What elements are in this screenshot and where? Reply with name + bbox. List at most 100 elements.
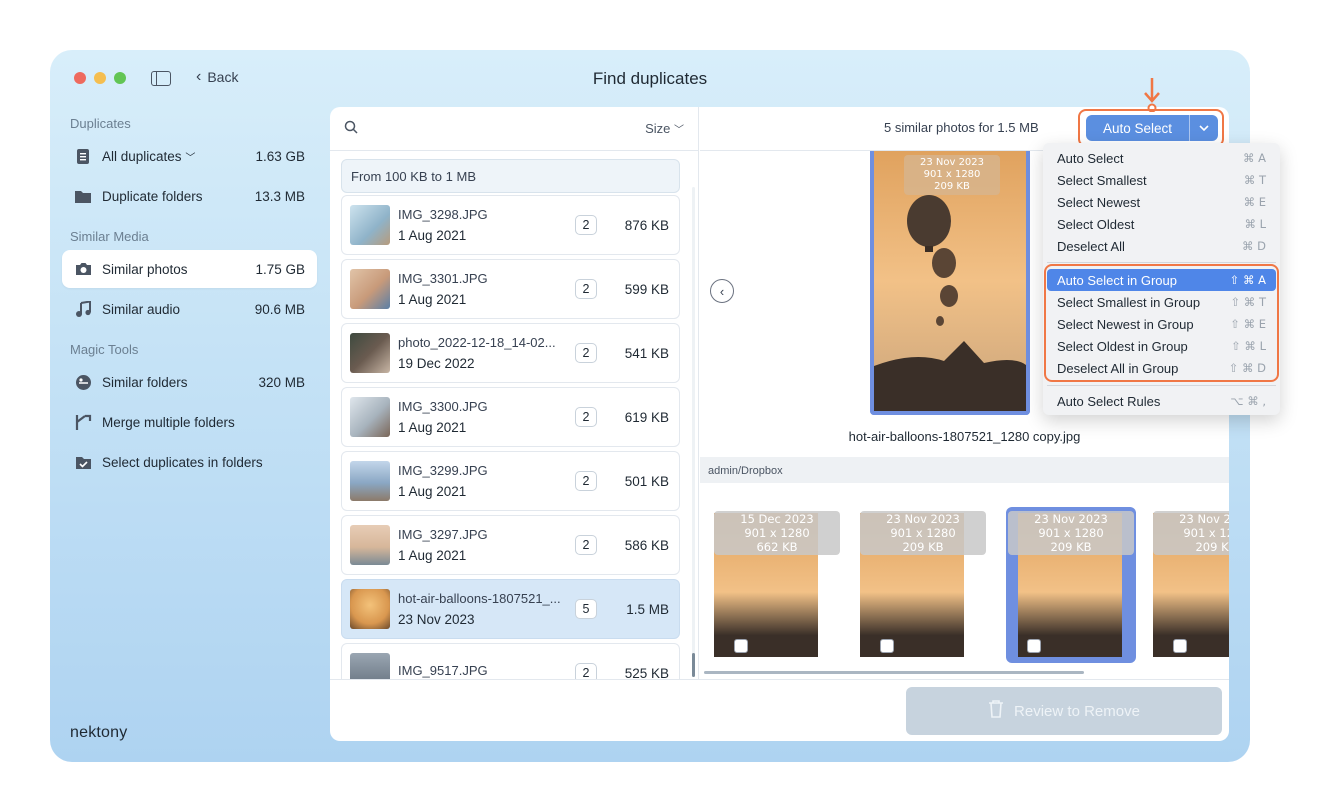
- file-date: 1 Aug 2021: [398, 484, 467, 499]
- folders-icon: [74, 373, 92, 391]
- menu-item-auto-select-rules[interactable]: Auto Select Rules ⌥ ⌘ ,: [1047, 390, 1276, 412]
- sidebar-item-similar-audio[interactable]: Similar audio 90.6 MB: [62, 290, 317, 328]
- select-checkbox[interactable]: [880, 639, 894, 653]
- review-to-remove-button[interactable]: Review to Remove: [906, 687, 1222, 735]
- copy-count-badge: 2: [575, 215, 597, 235]
- sidebar-item-all-duplicates[interactable]: All duplicates ﹀ 1.63 GB: [62, 137, 317, 175]
- folder-path: admin/Dropbox: [700, 457, 1229, 483]
- card-date: 15 Dec 2023: [740, 512, 814, 526]
- auto-select-button[interactable]: Auto Select: [1086, 115, 1218, 141]
- copy-count-badge: 2: [575, 471, 597, 491]
- photo-card[interactable]: 23 Nov 2023 901 x 1280 209 KB: [849, 507, 986, 663]
- sidebar-item-similar-folders[interactable]: Similar folders 320 MB: [62, 363, 317, 401]
- file-date: 1 Aug 2021: [398, 420, 467, 435]
- card-dimensions: 901 x 1280: [890, 526, 956, 540]
- list-scrollbar[interactable]: [692, 187, 695, 677]
- card-date: 23 Nov 2023: [886, 512, 960, 526]
- menu-item-select-smallest-in-group[interactable]: Select Smallest in Group ⇧ ⌘ T: [1047, 291, 1276, 313]
- table-row[interactable]: IMG_9517.JPG 2 525 KB: [341, 643, 680, 679]
- menu-item-deselect-all[interactable]: Deselect All ⌘ D: [1047, 235, 1276, 257]
- card-dimensions: 901 x 1280: [1038, 526, 1104, 540]
- sidebar-item-merge-folders[interactable]: Merge multiple folders: [62, 403, 317, 441]
- table-row[interactable]: IMG_3300.JPG 1 Aug 2021 2 619 KB: [341, 387, 680, 447]
- sidebar-item-value: 1.63 GB: [255, 148, 305, 164]
- table-row[interactable]: IMG_3301.JPG 1 Aug 2021 2 599 KB: [341, 259, 680, 319]
- file-size: 501 KB: [624, 473, 669, 489]
- file-date: 1 Aug 2021: [398, 228, 467, 243]
- image-info-badge: 15 Dec 2023 901 x 1280 662 KB: [714, 511, 840, 555]
- auto-select-menu: Auto Select ⌘ A Select Smallest ⌘ T Select…: [1043, 143, 1280, 415]
- sidebar-item-label: Similar folders: [102, 374, 188, 390]
- copy-count-badge: 5: [575, 599, 597, 619]
- file-name: IMG_9517.JPG: [398, 662, 488, 678]
- menu-item-select-oldest[interactable]: Select Oldest ⌘ L: [1047, 213, 1276, 235]
- card-dimensions: 901 x 1280: [1183, 526, 1229, 540]
- photo-card-selected[interactable]: 23 Nov 2023 901 x 1280 209 KB: [1006, 507, 1136, 663]
- menu-item-select-oldest-in-group[interactable]: Select Oldest in Group ⇧ ⌘ L: [1047, 335, 1276, 357]
- menu-shortcut: ⌘ A: [1242, 151, 1266, 165]
- table-row[interactable]: photo_2022-12-18_14-02... 19 Dec 2022 2 5…: [341, 323, 680, 383]
- select-checkbox[interactable]: [1027, 639, 1041, 653]
- sidebar-item-duplicate-folders[interactable]: Duplicate folders 13.3 MB: [62, 177, 317, 215]
- table-row[interactable]: IMG_3299.JPG 1 Aug 2021 2 501 KB: [341, 451, 680, 511]
- merge-icon: [74, 413, 92, 431]
- sidebar-item-select-in-folders[interactable]: Select duplicates in folders: [62, 443, 317, 481]
- menu-item-deselect-all-in-group[interactable]: Deselect All in Group ⇧ ⌘ D: [1047, 357, 1276, 379]
- select-checkbox[interactable]: [1173, 639, 1187, 653]
- menu-label: Deselect All: [1057, 238, 1125, 254]
- table-row-selected[interactable]: hot-air-balloons-1807521_... 23 Nov 2023 …: [341, 579, 680, 639]
- menu-separator: [1047, 385, 1276, 386]
- image-size: 209 KB: [934, 181, 970, 192]
- menu-label: Select Oldest in Group: [1057, 338, 1188, 354]
- menu-label: Auto Select Rules: [1057, 393, 1161, 409]
- photo-card[interactable]: 15 Dec 2023 901 x 1280 662 KB: [703, 507, 840, 663]
- strip-scrollbar[interactable]: [704, 671, 1084, 674]
- file-size: 599 KB: [624, 281, 669, 297]
- chevron-down-icon: ﹀: [674, 125, 684, 136]
- sidebar-item-label: Duplicate folders: [102, 188, 203, 204]
- menu-separator: [1047, 262, 1276, 263]
- file-name: IMG_3300.JPG: [398, 399, 488, 414]
- photo-thumbnail: [350, 461, 390, 501]
- file-name: IMG_3298.JPG: [398, 207, 488, 222]
- file-name: hot-air-balloons-1807521_...: [398, 591, 561, 606]
- menu-item-select-newest-in-group[interactable]: Select Newest in Group ⇧ ⌘ E: [1047, 313, 1276, 335]
- table-row[interactable]: IMG_3298.JPG 1 Aug 2021 2 876 KB: [341, 195, 680, 255]
- chevron-down-icon[interactable]: [1190, 115, 1218, 141]
- table-row[interactable]: IMG_3297.JPG 1 Aug 2021 2 586 KB: [341, 515, 680, 575]
- card-size: 662 KB: [756, 540, 798, 554]
- sidebar-item-label: Merge multiple folders: [102, 414, 235, 430]
- auto-select-label[interactable]: Auto Select: [1086, 115, 1190, 141]
- sidebar-item-similar-photos[interactable]: Similar photos 1.75 GB: [62, 250, 317, 288]
- image-dimensions: 901 x 1280: [923, 169, 981, 180]
- sort-size-dropdown[interactable]: Size ﹀: [645, 121, 684, 136]
- photo-thumbnail: [350, 269, 390, 309]
- photo-thumbnail: [350, 397, 390, 437]
- sidebar-item-label: Select duplicates in folders: [102, 454, 263, 470]
- menu-label: Select Smallest in Group: [1057, 294, 1201, 310]
- select-checkbox[interactable]: [734, 639, 748, 653]
- previous-image-button[interactable]: ‹: [710, 279, 734, 303]
- menu-item-auto-select[interactable]: Auto Select ⌘ A: [1047, 147, 1276, 169]
- menu-item-select-smallest[interactable]: Select Smallest ⌘ T: [1047, 169, 1276, 191]
- copy-count-badge: 2: [575, 407, 597, 427]
- menu-shortcut: ⌘ L: [1244, 217, 1266, 231]
- file-name: photo_2022-12-18_14-02...: [398, 335, 556, 350]
- menu-label: Select Newest: [1057, 194, 1141, 210]
- search-icon[interactable]: [344, 120, 358, 137]
- file-size: 619 KB: [624, 409, 669, 425]
- card-size: 209 KB: [1195, 540, 1229, 554]
- menu-item-select-newest[interactable]: Select Newest ⌘ E: [1047, 191, 1276, 213]
- photo-card[interactable]: 23 Nov 2023 901 x 1280 209 KB: [1142, 507, 1229, 663]
- chevron-down-icon[interactable]: ﹀: [185, 153, 195, 164]
- list-header: Size ﹀: [330, 107, 698, 151]
- image-info-badge: 23 Nov 2023 901 x 1280 209 KB: [860, 511, 986, 555]
- sidebar-item-value: 90.6 MB: [254, 301, 305, 317]
- menu-item-auto-select-in-group[interactable]: Auto Select in Group ⇧ ⌘ A: [1047, 269, 1276, 291]
- file-rows: IMG_3298.JPG 1 Aug 2021 2 876 KB IMG_3301…: [341, 195, 680, 679]
- image-info-badge: 23 Nov 2023 901 x 1280 209 KB: [1008, 511, 1134, 555]
- menu-label: Auto Select in Group: [1057, 272, 1177, 288]
- menu-shortcut: ⇧ ⌘ L: [1231, 339, 1266, 353]
- menu-label: Select Smallest: [1057, 172, 1147, 188]
- photo-thumbnail: [350, 653, 390, 679]
